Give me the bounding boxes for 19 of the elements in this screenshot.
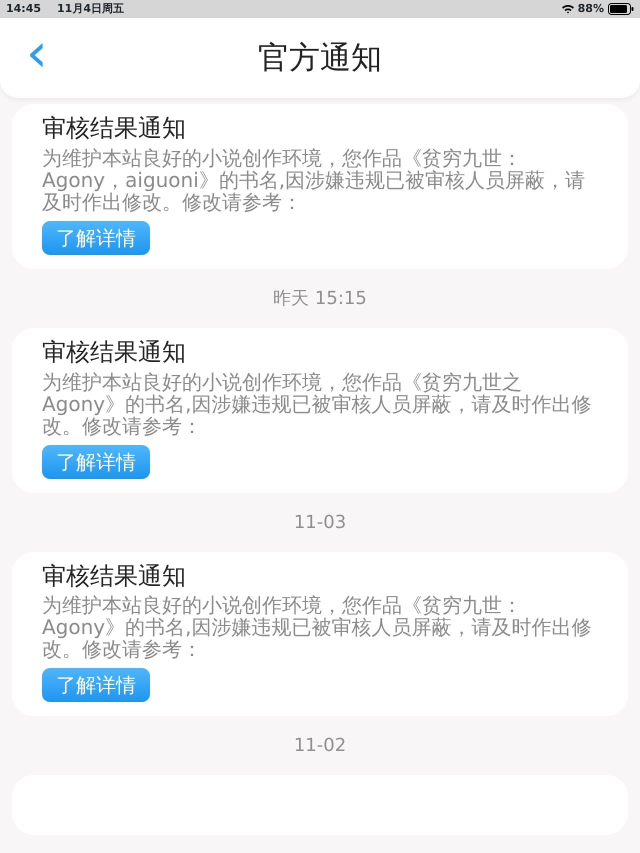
notice-text: 为维护本站良好的小说创作环境，您作品《贫穷九世：Agony，aiguoni》的书名,因涉嫌违规已被审核人员屏蔽，请及时作出修改。修改请参考： [42,146,586,213]
details-button[interactable]: 了解详情 [42,668,150,702]
timestamp: 昨天 15:15 [273,288,367,309]
notice-text: 为维护本站良好的小说创作环境，您作品《贫穷九世：Agony》的书名,因涉嫌违规已被审核人员屏蔽，请及时作出修改。修改请参考： [42,594,592,660]
notice-title: 审核结果通知 [42,562,187,590]
battery-percent: 88% [578,0,604,17]
notice-title: 审核结果通知 [42,338,187,367]
battery-icon [608,3,634,15]
notice-text: 为维护本站良好的小说创作环境，您作品《贫穷九世之Agony》的书名,因涉嫌违规已被审核人员屏蔽，请及时作出修改。修改请参考： [42,370,592,437]
timestamp: 11-02 [294,735,346,756]
status-date: 11月4日周五 [57,0,124,17]
timestamp: 11-03 [294,512,346,533]
page-title: 官方通知 [258,38,382,78]
details-button[interactable]: 了解详情 [42,220,150,255]
notice-title: 审核结果通知 [42,114,187,143]
status-time: 14:45 [6,0,42,17]
wifi-icon [562,4,574,14]
details-button[interactable]: 了解详情 [42,444,150,479]
back-button[interactable]: ‹ [18,26,56,80]
